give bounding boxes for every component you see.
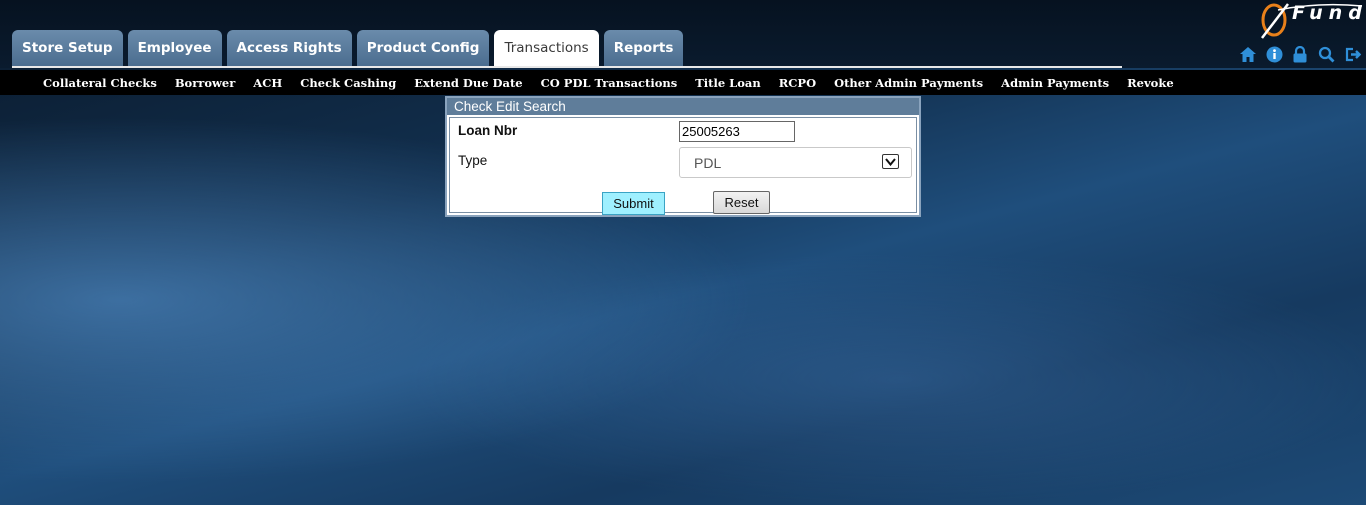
subnav-admin-payments[interactable]: Admin Payments	[1001, 76, 1109, 90]
logo-text: Fund	[1292, 2, 1366, 24]
subnav-ach[interactable]: ACH	[253, 76, 282, 90]
subnav-extend-due-date[interactable]: Extend Due Date	[414, 76, 522, 90]
chevron-down-icon	[882, 154, 899, 169]
subnav-rcpo[interactable]: RCPO	[779, 76, 816, 90]
tab-transactions[interactable]: Transactions	[494, 30, 599, 66]
lock-icon[interactable]	[1290, 44, 1310, 64]
main-tabs: Store Setup Employee Access Rights Produ…	[12, 30, 684, 66]
subnav-co-pdl-transactions[interactable]: CO PDL Transactions	[541, 76, 678, 90]
home-icon[interactable]	[1238, 44, 1258, 64]
sub-navigation: Collateral Checks Borrower ACH Check Cas…	[0, 70, 1366, 95]
info-icon[interactable]	[1264, 44, 1284, 64]
type-select[interactable]: PDL	[679, 147, 912, 178]
subnav-check-cashing[interactable]: Check Cashing	[300, 76, 396, 90]
tab-store-setup[interactable]: Store Setup	[12, 30, 123, 66]
tab-product-config[interactable]: Product Config	[356, 30, 490, 66]
tab-employee[interactable]: Employee	[127, 30, 222, 66]
loan-nbr-label: Loan Nbr	[458, 123, 518, 138]
panel-title: Check Edit Search	[447, 98, 919, 115]
tab-access-rights[interactable]: Access Rights	[226, 30, 352, 66]
tab-reports[interactable]: Reports	[603, 30, 684, 66]
header-icons	[1238, 44, 1362, 64]
type-selected-value: PDL	[694, 154, 722, 171]
subnav-other-admin-payments[interactable]: Other Admin Payments	[834, 76, 983, 90]
reset-button[interactable]: Reset	[713, 191, 770, 214]
subnav-collateral-checks[interactable]: Collateral Checks	[43, 76, 157, 90]
submit-button[interactable]: Submit	[602, 192, 665, 215]
logout-icon[interactable]	[1342, 44, 1362, 64]
panel-body: Loan Nbr Type PDL Submit Reset	[449, 117, 917, 215]
subnav-revoke[interactable]: Revoke	[1127, 76, 1174, 90]
loan-nbr-input[interactable]	[679, 121, 795, 142]
subnav-title-loan[interactable]: Title Loan	[695, 76, 761, 90]
tab-underline	[12, 66, 1122, 68]
search-icon[interactable]	[1316, 44, 1336, 64]
subnav-borrower[interactable]: Borrower	[175, 76, 235, 90]
type-label: Type	[458, 153, 488, 168]
check-edit-search-panel: Check Edit Search Loan Nbr Type PDL Subm…	[445, 96, 921, 217]
